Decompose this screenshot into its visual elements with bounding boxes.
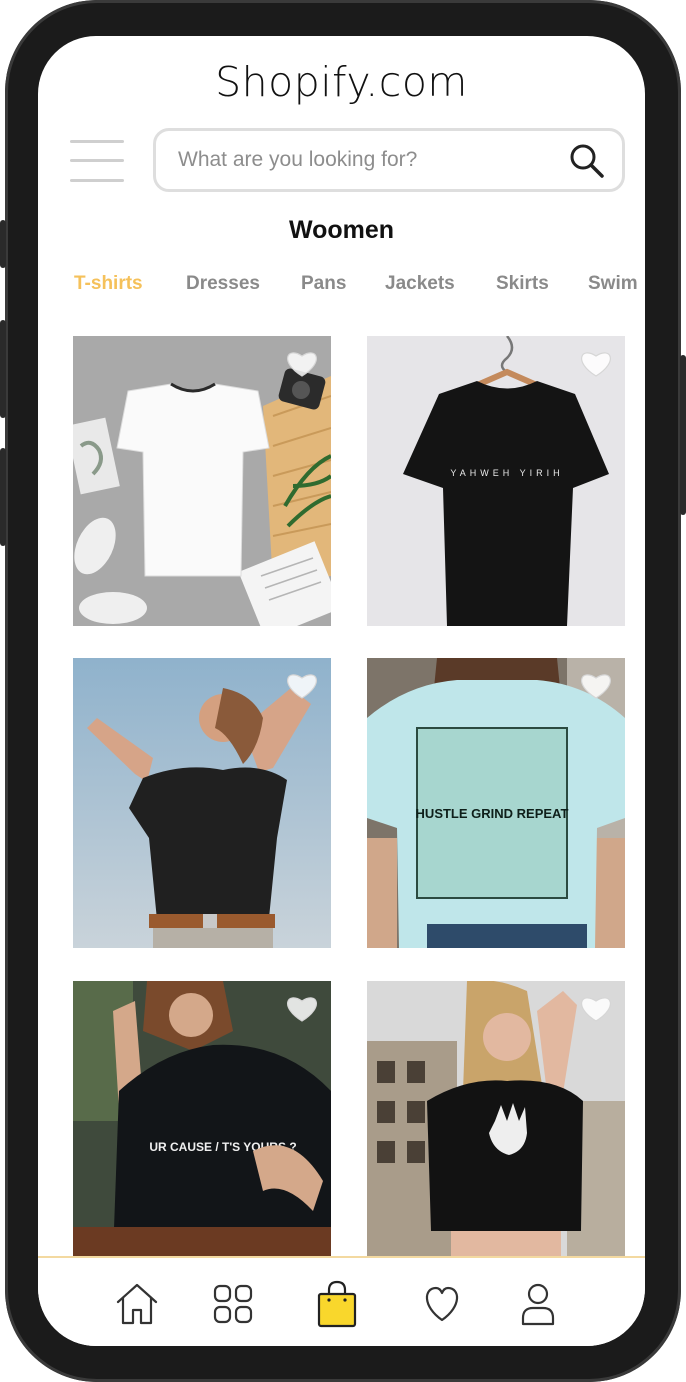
favorite-heart-icon[interactable] xyxy=(579,993,613,1023)
heart-icon[interactable] xyxy=(418,1280,466,1328)
search-input[interactable] xyxy=(178,141,548,179)
menu-line xyxy=(70,179,124,182)
search-icon[interactable] xyxy=(568,142,606,180)
tab-swim[interactable]: Swim xyxy=(588,273,638,295)
category-tabs: T-shirts Dresses Pans Jackets Skirts Swi… xyxy=(74,273,645,303)
favorite-heart-icon[interactable] xyxy=(579,670,613,700)
volume-down-button xyxy=(0,448,6,546)
bottom-navigation xyxy=(38,1256,645,1346)
power-button xyxy=(680,355,686,515)
product-grid: YAHWEH YIRIH HUSTLE GRIND REPEAT UR CAUS… xyxy=(73,336,625,1258)
favorite-heart-icon[interactable] xyxy=(285,670,319,700)
product-card[interactable] xyxy=(367,981,625,1258)
shirt-print-text: HUSTLE GRIND REPEAT xyxy=(416,806,569,821)
menu-line xyxy=(70,159,124,162)
brand-title: Shopify.com xyxy=(215,58,468,106)
product-card[interactable] xyxy=(73,336,331,626)
user-icon[interactable] xyxy=(514,1280,562,1328)
product-card[interactable]: HUSTLE GRIND REPEAT xyxy=(367,658,625,948)
hamburger-menu-button[interactable] xyxy=(70,138,124,184)
favorite-heart-icon[interactable] xyxy=(579,348,613,378)
tab-pans[interactable]: Pans xyxy=(301,273,346,295)
grid-icon[interactable] xyxy=(209,1280,257,1328)
shopping-bag-icon[interactable] xyxy=(313,1280,361,1328)
tab-jackets[interactable]: Jackets xyxy=(385,273,455,295)
product-card[interactable]: YAHWEH YIRIH xyxy=(367,336,625,626)
product-card[interactable]: UR CAUSE / T'S YOURS ? xyxy=(73,981,331,1258)
search-bar xyxy=(153,128,625,192)
tab-t-shirts[interactable]: T-shirts xyxy=(74,273,143,295)
product-image-blue-printed-tshirt: HUSTLE GRIND REPEAT xyxy=(367,658,625,948)
favorite-heart-icon[interactable] xyxy=(285,348,319,378)
section-title: Woomen xyxy=(288,216,395,244)
shirt-print-text: YAHWEH YIRIH xyxy=(450,468,563,478)
product-image-black-tshirt: YAHWEH YIRIH xyxy=(367,336,625,626)
tab-skirts[interactable]: Skirts xyxy=(496,273,549,295)
product-image-white-tshirt xyxy=(73,336,331,626)
menu-line xyxy=(70,140,124,143)
volume-up-button xyxy=(0,320,6,418)
product-image-woman-black-tshirt xyxy=(73,658,331,948)
app-screen: Shopify.com Woomen T-shirts Dresses Pans… xyxy=(38,36,645,1346)
home-icon[interactable] xyxy=(113,1280,161,1328)
tab-dresses[interactable]: Dresses xyxy=(186,273,260,295)
side-button xyxy=(0,220,6,268)
favorite-heart-icon[interactable] xyxy=(285,993,319,1023)
product-card[interactable] xyxy=(73,658,331,948)
